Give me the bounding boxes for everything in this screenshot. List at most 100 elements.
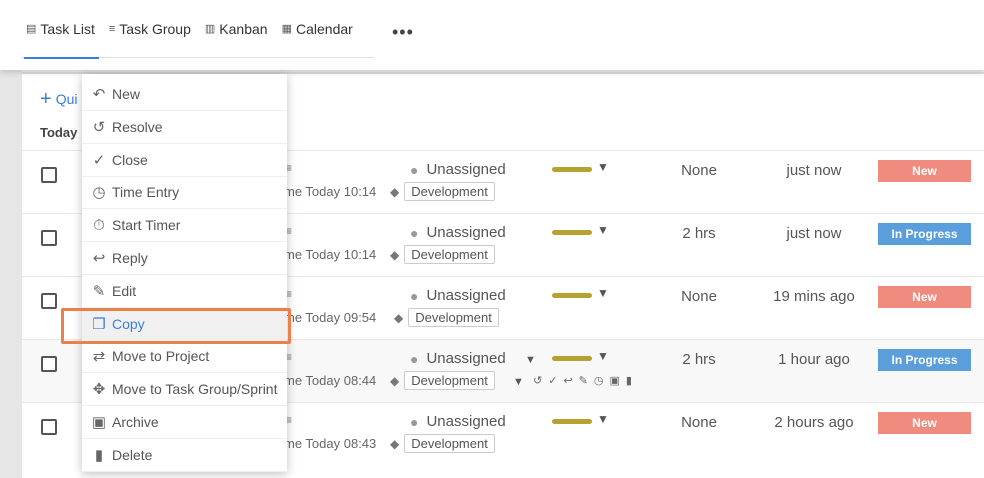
estimate-value: None <box>681 414 717 431</box>
tag-label: Development <box>408 308 499 327</box>
row-checkbox[interactable] <box>41 230 57 246</box>
tag-label: Development <box>404 371 495 390</box>
move-icon: ✥ <box>92 381 106 399</box>
task-tag[interactable]: ◆ Development <box>390 434 495 453</box>
menu-item-label: Edit <box>112 282 137 299</box>
pencil-icon[interactable]: ✎ <box>579 374 588 387</box>
chevron-down-icon[interactable]: ▼ <box>597 412 609 426</box>
task-created-text: me Today 08:44 <box>284 373 377 388</box>
history-icon[interactable]: ↺ <box>533 374 542 387</box>
priority-bar[interactable] <box>552 167 592 172</box>
row-checkbox[interactable] <box>41 167 57 183</box>
plus-icon: + <box>40 88 52 110</box>
status-badge[interactable]: In Progress <box>878 349 971 371</box>
task-tag[interactable]: ◆ Development <box>390 182 495 201</box>
context-menu: ↶ New ↺ Resolve ✓ Close ◷ Time Entry ⏱ Start Time… <box>82 74 287 472</box>
task-created-text: me Today 10:14 <box>284 247 377 262</box>
row-checkbox[interactable] <box>41 419 57 435</box>
menu-item-move-to-task-group-sprint[interactable]: ✥ Move to Task Group/Sprint <box>82 373 287 407</box>
trash-icon[interactable]: ▮ <box>626 374 632 387</box>
estimate-value: None <box>681 288 717 305</box>
assignee-label: Unassigned <box>426 287 506 304</box>
assignee-field[interactable]: ● Unassigned <box>410 413 506 430</box>
menu-item-archive[interactable]: ▣ Archive <box>82 406 287 439</box>
assignee-field[interactable]: ● Unassigned <box>410 161 506 178</box>
menu-item-time-entry[interactable]: ◷ Time Entry <box>82 176 287 210</box>
tag-label: Development <box>404 245 495 264</box>
tag-icon: ◆ <box>390 373 400 388</box>
top-toolbar: ▤ Task List ≡ Task Group ▥ Kanban ▦ Calendar ••… <box>0 0 984 70</box>
menu-item-label: Copy <box>112 315 145 332</box>
row-checkbox[interactable] <box>41 293 57 309</box>
menu-item-new[interactable]: ↶ New <box>82 78 287 111</box>
tab-kanban[interactable]: ▥ Kanban <box>201 0 272 58</box>
calendar-icon: ▦ <box>281 23 292 35</box>
menu-item-move-to-project[interactable]: ⇄ Move to Project <box>82 340 287 374</box>
tab-task-group[interactable]: ≡ Task Group <box>105 0 195 58</box>
menu-item-start-timer[interactable]: ⏱ Start Timer <box>82 209 287 243</box>
priority-bar[interactable] <box>552 230 592 235</box>
status-badge[interactable]: New <box>878 286 971 308</box>
reply-icon: ↩ <box>92 250 106 267</box>
person-icon: ● <box>410 287 419 304</box>
status-badge[interactable]: New <box>878 412 971 434</box>
menu-item-label: Move to Project <box>112 348 210 365</box>
priority-bar[interactable] <box>552 293 592 298</box>
menu-item-label: Close <box>112 151 148 168</box>
left-sidebar-strip <box>0 0 22 478</box>
assignee-field[interactable]: ● Unassigned <box>410 224 506 241</box>
resolve-icon: ↺ <box>92 118 106 136</box>
status-badge[interactable]: New <box>878 160 971 182</box>
menu-item-reply[interactable]: ↩ Reply <box>82 242 287 275</box>
status-badge[interactable]: In Progress <box>878 223 971 245</box>
archive-icon[interactable]: ▣ <box>609 374 619 387</box>
chevron-down-icon[interactable]: ▼ <box>597 223 609 237</box>
clock-icon[interactable]: ◷ <box>594 374 604 387</box>
list-icon: ▤ <box>26 23 37 35</box>
more-options-button[interactable]: ••• <box>392 22 414 43</box>
menu-item-copy[interactable]: ❐ Copy <box>82 307 287 341</box>
reply-icon[interactable]: ↩ <box>563 374 572 387</box>
check-icon: ✓ <box>92 151 106 169</box>
tab-label: Task List <box>40 20 95 37</box>
chevron-down-icon[interactable]: ▼ <box>597 160 609 174</box>
task-tag[interactable]: ◆ Development <box>390 245 495 264</box>
assignee-field[interactable]: ● Unassigned <box>410 350 506 367</box>
updated-time: just now <box>786 162 842 179</box>
tag-dropdown-icon[interactable]: ▼ <box>513 376 524 388</box>
person-icon: ● <box>410 161 419 178</box>
estimate-value: 2 hrs <box>682 225 716 242</box>
kanban-icon: ▥ <box>204 23 216 35</box>
view-tabs: ▤ Task List ≡ Task Group ▥ Kanban ▦ Calendar <box>22 0 374 59</box>
tag-icon: ◆ <box>390 436 400 451</box>
swap-icon: ⇄ <box>92 348 106 366</box>
group-header-today: Today <box>40 125 78 140</box>
tag-icon: ◆ <box>390 247 400 262</box>
updated-time: 19 mins ago <box>773 288 855 305</box>
chevron-down-icon[interactable]: ▼ <box>597 349 609 363</box>
priority-bar[interactable] <box>552 419 592 424</box>
row-checkbox[interactable] <box>41 356 57 372</box>
menu-item-close[interactable]: ✓ Close <box>82 144 287 177</box>
quick-add-button[interactable]: + Qui <box>40 88 77 110</box>
menu-item-label: Time Entry <box>112 184 180 201</box>
updated-time: 1 hour ago <box>778 351 850 368</box>
task-tag[interactable]: ◆ Development <box>390 371 495 390</box>
assignee-field[interactable]: ● Unassigned <box>410 287 506 304</box>
tab-label: Task Group <box>119 20 191 37</box>
chevron-down-icon[interactable]: ▼ <box>597 286 609 300</box>
row-action-icons: ↺ ✓ ↩ ✎ ◷ ▣ ▮ <box>533 374 632 387</box>
tab-calendar[interactable]: ▦ Calendar <box>278 0 357 58</box>
tag-label: Development <box>404 434 495 453</box>
updated-time: 2 hours ago <box>774 414 854 431</box>
menu-item-resolve[interactable]: ↺ Resolve <box>82 111 287 144</box>
check-icon[interactable]: ✓ <box>548 374 557 387</box>
tab-task-list[interactable]: ▤ Task List <box>22 0 99 59</box>
person-icon: ● <box>410 413 419 430</box>
task-tag[interactable]: ◆ Development <box>394 308 499 327</box>
menu-item-label: Delete <box>112 446 153 463</box>
menu-item-delete[interactable]: ▮ Delete <box>82 439 287 472</box>
assignee-dropdown-icon[interactable]: ▼ <box>525 354 536 366</box>
priority-bar[interactable] <box>552 356 592 361</box>
menu-item-edit[interactable]: ✎ Edit <box>82 275 287 308</box>
